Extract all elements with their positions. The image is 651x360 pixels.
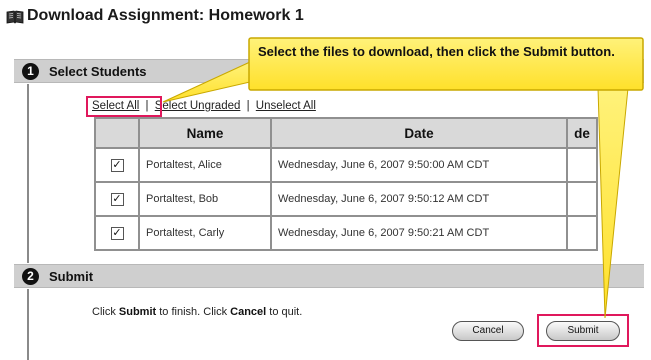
table-row: ✓ Portaltest, Carly Wednesday, June 6, 2… bbox=[94, 215, 598, 251]
step-label-submit: Submit bbox=[49, 269, 94, 284]
instruction-text: Click bbox=[92, 306, 119, 318]
step-submit-header: 2 Submit bbox=[14, 264, 644, 288]
column-header-date: Date bbox=[270, 117, 568, 149]
grade-cell bbox=[566, 215, 598, 251]
cancel-button[interactable]: Cancel bbox=[452, 321, 524, 341]
page-title: Download Assignment: Homework 1 bbox=[27, 7, 304, 24]
grade-cell bbox=[566, 147, 598, 183]
instruction-submit-word: Submit bbox=[118, 306, 157, 318]
unselect-all-link[interactable]: Unselect All bbox=[256, 100, 316, 112]
step-rail-2 bbox=[27, 289, 29, 360]
instruction-cancel-word: Cancel bbox=[230, 306, 267, 318]
select-all-highlight-box bbox=[86, 96, 162, 117]
link-separator: | bbox=[246, 100, 250, 112]
student-checkbox[interactable]: ✓ bbox=[110, 192, 124, 206]
student-checkbox[interactable]: ✓ bbox=[110, 158, 124, 172]
submission-date: Wednesday, June 6, 2007 9:50:21 AM CDT bbox=[270, 215, 568, 251]
submit-highlight-box bbox=[537, 314, 629, 347]
student-name: Portaltest, Carly bbox=[138, 215, 272, 251]
step-number-1: 1 bbox=[22, 63, 39, 80]
instruction-text: to finish. Click bbox=[156, 306, 231, 318]
table-row: ✓ Portaltest, Alice Wednesday, June 6, 2… bbox=[94, 147, 598, 183]
student-name: Portaltest, Alice bbox=[138, 147, 272, 183]
column-header-select bbox=[94, 117, 140, 149]
table-header-row: Name Date de bbox=[94, 117, 598, 149]
step-select-students-header: 1 Select Students bbox=[14, 59, 644, 83]
callout-text: Select the files to download, then click… bbox=[258, 44, 615, 59]
column-header-name: Name bbox=[138, 117, 272, 149]
instruction-text: to quit. bbox=[266, 306, 303, 318]
submit-instruction: Click Submit to finish. Click Cancel to … bbox=[92, 306, 302, 318]
book-icon bbox=[6, 10, 24, 24]
student-checkbox[interactable]: ✓ bbox=[110, 226, 124, 240]
step-label-select-students: Select Students bbox=[49, 64, 147, 79]
select-ungraded-link[interactable]: Select Ungraded bbox=[155, 100, 241, 112]
table-row: ✓ Portaltest, Bob Wednesday, June 6, 200… bbox=[94, 181, 598, 217]
student-name: Portaltest, Bob bbox=[138, 181, 272, 217]
column-header-grade: de bbox=[566, 117, 598, 149]
step-number-2: 2 bbox=[22, 268, 39, 285]
submission-date: Wednesday, June 6, 2007 9:50:00 AM CDT bbox=[270, 147, 568, 183]
step-rail-1 bbox=[27, 84, 29, 263]
submission-date: Wednesday, June 6, 2007 9:50:12 AM CDT bbox=[270, 181, 568, 217]
students-table: Name Date de ✓ Portaltest, Alice Wednesd… bbox=[94, 117, 598, 251]
grade-cell bbox=[566, 181, 598, 217]
